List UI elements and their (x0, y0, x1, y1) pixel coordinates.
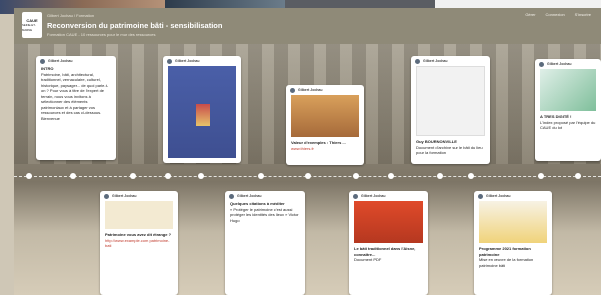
page-subtitle: Formation CAUE - 10 ressources pour le m… (47, 32, 156, 37)
avatar (478, 193, 483, 199)
header-nav: Gérer Connexion S'inscrire (525, 12, 591, 17)
post-card[interactable]: Gilbert Jochau Quelques citations à médi… (225, 191, 305, 295)
post-body: Document d'archive sur le bâti du lieu p… (416, 144, 483, 156)
timeline-dot[interactable] (165, 173, 171, 179)
avatar (539, 61, 544, 67)
post-body: L'index proposé par l'équipe du CAUE du … (540, 119, 596, 131)
timeline-dot[interactable] (575, 173, 581, 179)
post-card[interactable]: Gilbert Jochau A TRES DIGITÉ ! L'index p… (535, 59, 601, 161)
avatar (229, 193, 234, 199)
post-header: Gilbert Jochau (225, 191, 305, 201)
post-header: Gilbert Jochau (474, 191, 552, 201)
post-author: Gilbert Jochau (423, 59, 448, 63)
post-card[interactable]: Gilbert Jochau Patrimoine vous avez dit … (100, 191, 178, 295)
timeline-dot[interactable] (468, 173, 474, 179)
timeline-dot[interactable] (130, 173, 136, 179)
post-title: Programme 2021 formation patrimoine (479, 246, 531, 257)
timeline-dot[interactable] (305, 173, 311, 179)
post-link[interactable]: www.thiers.fr (286, 146, 364, 152)
map-image (540, 69, 596, 111)
timeline-dot[interactable] (388, 173, 394, 179)
avatar (415, 58, 420, 64)
post-header: Gilbert Jochau (36, 56, 116, 66)
post-card[interactable]: Gilbert Jochau Guy BOURNONVILLE Document… (411, 56, 490, 164)
post-header: Gilbert Jochau (163, 56, 241, 66)
timeline-dot[interactable] (538, 173, 544, 179)
post-author: Gilbert Jochau (361, 194, 386, 198)
post-card[interactable]: Gilbert Jochau Le bâti traditionnel dans… (349, 191, 428, 295)
page-title: Reconversion du patrimoine bâti - sensib… (47, 21, 223, 30)
timeline-dot[interactable] (258, 173, 264, 179)
document-cover (479, 201, 547, 243)
post-link[interactable]: http://www.example.com patrimoine-bati (100, 238, 178, 249)
logo-line2: SEINE-ET-MARNE (22, 22, 36, 32)
document-preview (416, 66, 485, 136)
post-author: Gilbert Jochau (175, 59, 200, 63)
post-card[interactable]: Gilbert Jochau Valeur d'exemples : Thier… (286, 85, 364, 165)
post-header: Gilbert Jochau (349, 191, 428, 201)
post-title: Le bâti traditionnel dans l'Aisne, conna… (354, 246, 416, 257)
timeline-dot[interactable] (353, 173, 359, 179)
post-author: Gilbert Jochau (237, 194, 262, 198)
post-body: Document PDF (354, 257, 382, 262)
avatar (40, 58, 45, 64)
nav-item[interactable]: Gérer (525, 12, 535, 17)
timeline-dot[interactable] (70, 173, 76, 179)
post-body: Patrimoine, bâti, architectural, traditi… (41, 71, 109, 121)
post-author: Gilbert Jochau (486, 194, 511, 198)
post-author: Gilbert Jochau (48, 59, 73, 63)
post-body: Mise en œuvre de la formation patrimoine… (479, 257, 534, 268)
avatar (290, 87, 295, 93)
avatar (353, 193, 358, 199)
timeline-dot[interactable] (437, 173, 443, 179)
timeline-dot[interactable] (26, 173, 32, 179)
post-author: Gilbert Jochau (112, 194, 137, 198)
avatar (167, 58, 172, 64)
avatar (104, 193, 109, 199)
book-cover-image (168, 66, 236, 158)
post-author: Gilbert Jochau (298, 88, 323, 92)
post-body: « Protéger le patrimoine c'est aussi pro… (230, 206, 299, 223)
post-header: Gilbert Jochau (286, 85, 364, 95)
caue-logo[interactable]: CAUE SEINE-ET-MARNE (22, 12, 42, 38)
post-author: Gilbert Jochau (547, 62, 572, 66)
post-header: Gilbert Jochau (100, 191, 178, 201)
building-photo (291, 95, 359, 137)
post-header: Gilbert Jochau (535, 59, 601, 69)
post-title: Patrimoine vous avez dit étrange ? (105, 232, 172, 237)
post-card[interactable]: Gilbert Jochau (163, 56, 241, 163)
padlet-header: CAUE SEINE-ET-MARNE Gilbert Jochau / For… (14, 8, 601, 44)
cover-photo (196, 104, 210, 126)
nav-item[interactable]: Connexion (546, 12, 565, 17)
breadcrumb[interactable]: Gilbert Jochau / Formation (47, 13, 94, 18)
post-image (105, 201, 173, 229)
timeline-dot[interactable] (198, 173, 204, 179)
document-cover (354, 201, 423, 243)
post-header: Gilbert Jochau (411, 56, 490, 66)
post-card[interactable]: Gilbert Jochau INTRO Patrimoine, bâti, a… (36, 56, 116, 160)
post-card[interactable]: Gilbert Jochau Programme 2021 formation … (474, 191, 552, 295)
nav-item[interactable]: S'inscrire (575, 12, 591, 17)
